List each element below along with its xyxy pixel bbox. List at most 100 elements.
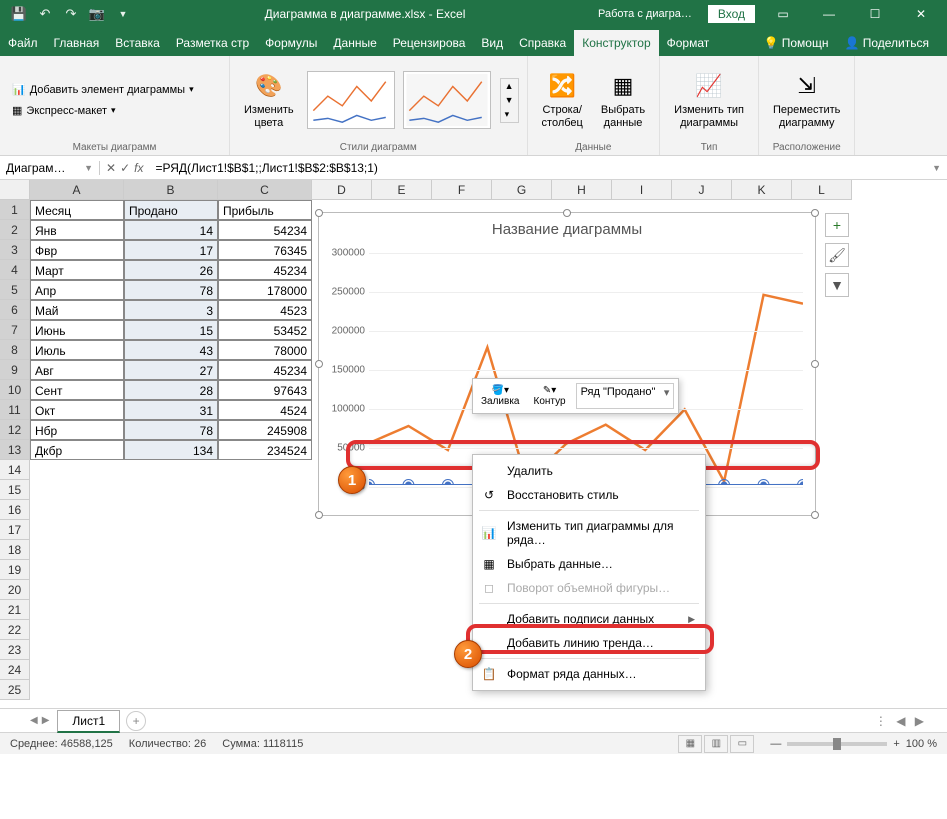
col-header-K[interactable]: K	[732, 180, 792, 200]
select-all-corner[interactable]	[0, 180, 30, 200]
row-header-23[interactable]: 23	[0, 640, 30, 660]
col-header-H[interactable]: H	[552, 180, 612, 200]
styles-gallery-more[interactable]: ▾	[501, 107, 518, 122]
ctx-select-data[interactable]: ▦Выбрать данные…	[473, 552, 705, 576]
tab-рецензирова[interactable]: Рецензирова	[385, 30, 474, 56]
zoom-in-button[interactable]: +	[893, 738, 899, 750]
col-header-B[interactable]: B	[124, 180, 218, 200]
view-normal-button[interactable]: ▦	[678, 735, 702, 753]
cell[interactable]: 31	[124, 400, 218, 420]
ctx-reset-style[interactable]: ↺Восстановить стиль	[473, 483, 705, 507]
cell-header[interactable]: Прибыль	[218, 200, 312, 220]
cell[interactable]: 53452	[218, 320, 312, 340]
tab-конструктор[interactable]: Конструктор	[574, 30, 658, 56]
mini-fill-button[interactable]: 🪣▾Заливка	[477, 383, 524, 409]
change-chart-type-button[interactable]: 📈Изменить тип диаграммы	[668, 66, 750, 134]
tell-me-button[interactable]: 💡 Помощн	[755, 30, 836, 56]
row-header-11[interactable]: 11	[0, 400, 30, 420]
col-header-J[interactable]: J	[672, 180, 732, 200]
row-header-10[interactable]: 10	[0, 380, 30, 400]
row-header-24[interactable]: 24	[0, 660, 30, 680]
cell[interactable]: Май	[30, 300, 124, 320]
cell[interactable]: 4524	[218, 400, 312, 420]
ctx-add-data-labels[interactable]: Добавить подписи данных▶	[473, 607, 705, 631]
row-header-14[interactable]: 14	[0, 460, 30, 480]
tab-вставка[interactable]: Вставка	[107, 30, 168, 56]
cell[interactable]: 28	[124, 380, 218, 400]
cell[interactable]: Окт	[30, 400, 124, 420]
zoom-slider[interactable]	[787, 742, 887, 746]
cell[interactable]: 27	[124, 360, 218, 380]
cell[interactable]: Нбр	[30, 420, 124, 440]
cell-header[interactable]: Продано	[124, 200, 218, 220]
col-header-E[interactable]: E	[372, 180, 432, 200]
row-header-4[interactable]: 4	[0, 260, 30, 280]
fx-icon[interactable]: fx	[134, 161, 143, 175]
cell[interactable]: Дкбр	[30, 440, 124, 460]
chart-style-2[interactable]	[403, 71, 491, 129]
row-header-7[interactable]: 7	[0, 320, 30, 340]
mini-outline-button[interactable]: ✎▾Контур	[530, 383, 570, 409]
cell[interactable]: Сент	[30, 380, 124, 400]
row-header-2[interactable]: 2	[0, 220, 30, 240]
cell[interactable]: 45234	[218, 360, 312, 380]
cell[interactable]: 3	[124, 300, 218, 320]
col-header-C[interactable]: C	[218, 180, 312, 200]
cell[interactable]: Фвр	[30, 240, 124, 260]
zoom-out-button[interactable]: —	[770, 738, 781, 750]
cell[interactable]: 97643	[218, 380, 312, 400]
styles-scroll-down[interactable]: ▼	[501, 93, 518, 107]
minimize-icon[interactable]: —	[807, 0, 851, 28]
select-data-button[interactable]: ▦Выбрать данные	[595, 66, 651, 134]
enter-formula-icon[interactable]: ✓	[120, 161, 130, 175]
cell[interactable]: Март	[30, 260, 124, 280]
styles-scroll-up[interactable]: ▲	[501, 79, 518, 93]
row-header-3[interactable]: 3	[0, 240, 30, 260]
col-header-A[interactable]: A	[30, 180, 124, 200]
view-page-break-button[interactable]: ▭	[730, 735, 754, 753]
cell[interactable]: 15	[124, 320, 218, 340]
ctx-add-trendline[interactable]: Добавить линию тренда…	[473, 631, 705, 655]
switch-row-column-button[interactable]: 🔀Строка/ столбец	[536, 66, 589, 134]
row-header-17[interactable]: 17	[0, 520, 30, 540]
share-button[interactable]: 👤 Поделиться	[836, 30, 937, 56]
row-header-9[interactable]: 9	[0, 360, 30, 380]
cell[interactable]: Июнь	[30, 320, 124, 340]
ribbon-options-icon[interactable]: ▭	[761, 0, 805, 28]
formula-expand-icon[interactable]: ▼	[926, 163, 947, 173]
cell-header[interactable]: Месяц	[30, 200, 124, 220]
cell[interactable]: 43	[124, 340, 218, 360]
add-sheet-button[interactable]: +	[126, 711, 146, 731]
cell[interactable]: 178000	[218, 280, 312, 300]
row-header-25[interactable]: 25	[0, 680, 30, 700]
row-header-15[interactable]: 15	[0, 480, 30, 500]
maximize-icon[interactable]: ☐	[853, 0, 897, 28]
row-header-20[interactable]: 20	[0, 580, 30, 600]
cell[interactable]: Апр	[30, 280, 124, 300]
row-header-16[interactable]: 16	[0, 500, 30, 520]
cancel-formula-icon[interactable]: ✕	[106, 161, 116, 175]
tab-формулы[interactable]: Формулы	[257, 30, 325, 56]
sheet-nav-next[interactable]: ▶	[42, 715, 50, 726]
ctx-delete[interactable]: Удалить	[473, 459, 705, 483]
col-header-L[interactable]: L	[792, 180, 852, 200]
name-box[interactable]: Диаграм…▼	[0, 161, 100, 175]
undo-icon[interactable]: ↶	[36, 5, 54, 23]
row-header-22[interactable]: 22	[0, 620, 30, 640]
cell[interactable]: 78	[124, 280, 218, 300]
cell[interactable]: 76345	[218, 240, 312, 260]
col-header-G[interactable]: G	[492, 180, 552, 200]
chart-title[interactable]: Название диаграммы	[319, 213, 815, 242]
move-chart-button[interactable]: ⇲Переместить диаграмму	[767, 66, 846, 134]
qat-dropdown-icon[interactable]: ▼	[114, 5, 132, 23]
cell[interactable]: 45234	[218, 260, 312, 280]
cell[interactable]: 26	[124, 260, 218, 280]
cell[interactable]: 54234	[218, 220, 312, 240]
col-header-I[interactable]: I	[612, 180, 672, 200]
redo-icon[interactable]: ↷	[62, 5, 80, 23]
cell[interactable]: 78	[124, 420, 218, 440]
row-header-6[interactable]: 6	[0, 300, 30, 320]
tab-главная[interactable]: Главная	[46, 30, 108, 56]
save-icon[interactable]: 💾	[10, 5, 28, 23]
cell[interactable]: 134	[124, 440, 218, 460]
